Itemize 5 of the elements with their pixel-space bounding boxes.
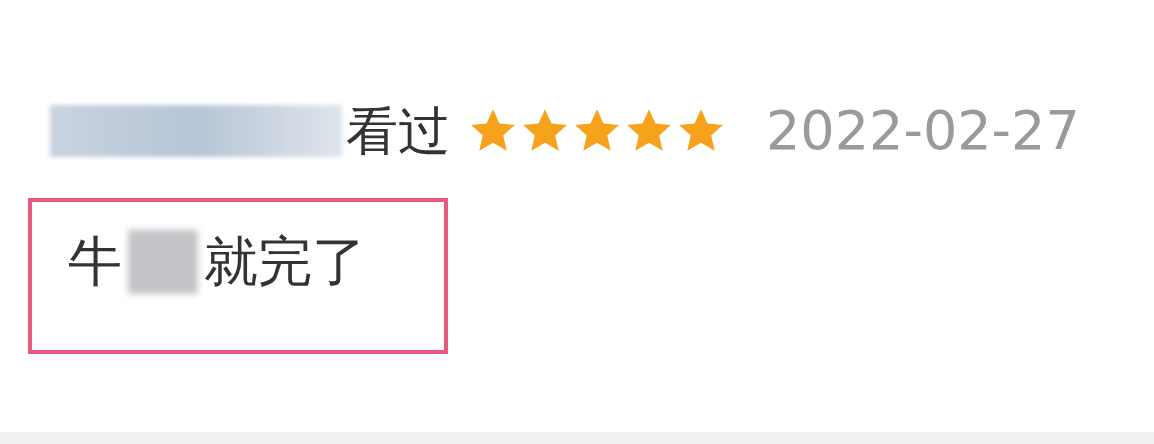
comment-text: 就完了 bbox=[204, 235, 366, 289]
redaction-blur bbox=[128, 230, 198, 294]
comment-text: 牛 bbox=[68, 235, 122, 289]
watch-status: 看过 bbox=[346, 105, 450, 157]
review-date: 2022-02-27 bbox=[766, 104, 1080, 158]
